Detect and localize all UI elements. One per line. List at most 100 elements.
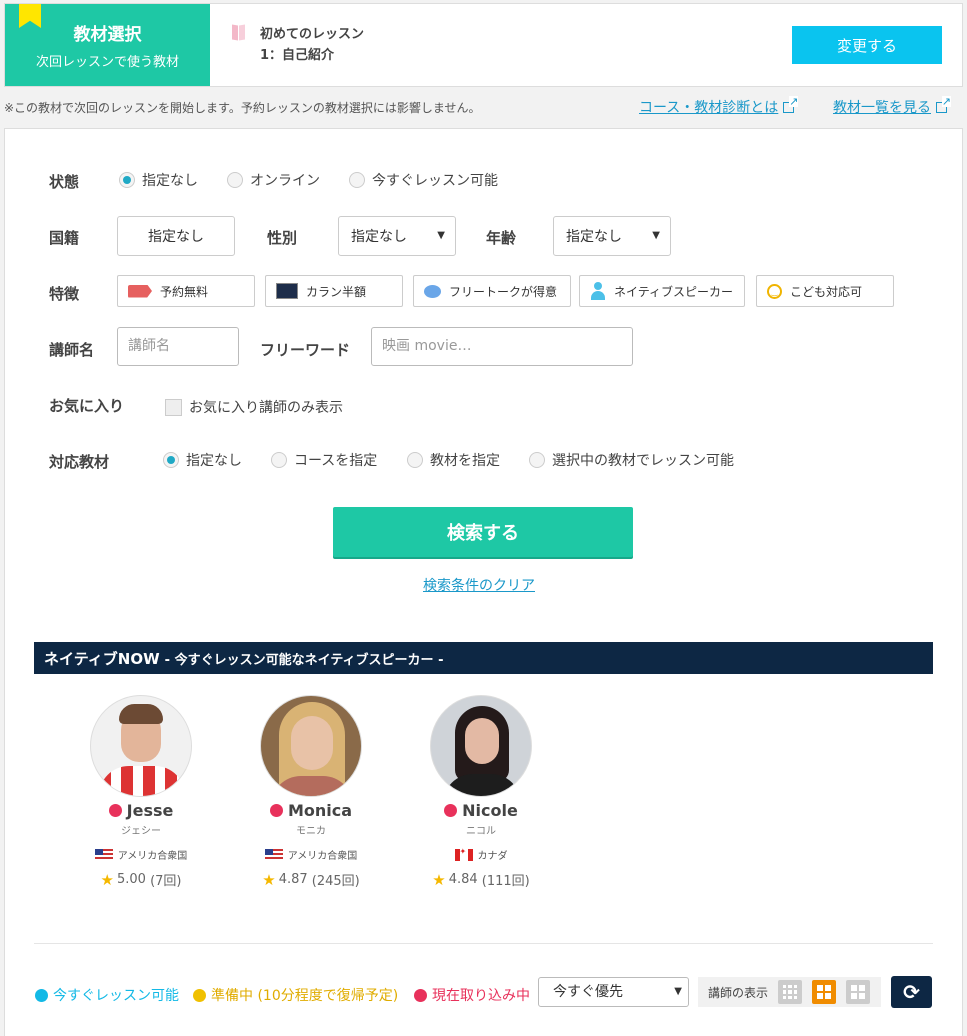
feature-label: カラン半額: [306, 284, 367, 299]
material-radio-material[interactable]: 教材を指定: [407, 450, 500, 470]
teacher-country-text: アメリカ合衆国: [117, 851, 188, 862]
material-filter-label: 対応教材: [49, 453, 110, 471]
smile-icon: ‿: [767, 283, 782, 299]
status-dot-icon: [35, 988, 48, 1002]
us-flag-icon: [264, 848, 283, 861]
radio-label: オンライン: [250, 173, 320, 189]
legend-text: 現在取り込み中: [432, 988, 530, 1004]
material-list-link[interactable]: 教材一覧を見る: [833, 96, 951, 117]
clear-filters-link[interactable]: 検索条件のクリア: [423, 575, 535, 595]
search-panel: 状態 指定なし オンライン 今すぐレッスン可能 国籍 指定なし 性別 指定なし ▼…: [4, 128, 963, 1036]
view-grid-large-button[interactable]: [846, 980, 871, 1004]
radio-label: 指定なし: [186, 453, 242, 469]
bookmark-icon: [19, 4, 41, 28]
feature-free-talk[interactable]: フリートークが得意: [413, 275, 571, 307]
teacher-country: カナダ: [416, 847, 546, 862]
external-link-icon: [936, 96, 951, 113]
section-divider: [34, 943, 933, 944]
material-list-link-label: 教材一覧を見る: [833, 100, 931, 116]
us-flag-icon: [94, 848, 113, 861]
feature-native-speaker[interactable]: ネイティブスピーカー: [579, 275, 745, 307]
status-dot-icon: [414, 988, 427, 1002]
status-radio-now[interactable]: 今すぐレッスン可能: [349, 170, 498, 190]
native-now-header: ネイティブNOW - 今すぐレッスン可能なネイティブスピーカー -: [34, 642, 933, 674]
feature-label: 予約無料: [160, 284, 209, 299]
star-icon: ★: [262, 870, 276, 889]
view-grid-medium-button[interactable]: [812, 980, 837, 1004]
view-grid-small-button[interactable]: [778, 980, 803, 1004]
teacher-card-jesse[interactable]: Jesse ジェシー アメリカ合衆国 ★ 5.00 (7回): [76, 695, 206, 889]
nationality-button[interactable]: 指定なし: [117, 216, 235, 256]
feature-callan-half[interactable]: カラン半額: [265, 275, 403, 307]
favorites-label: お気に入り: [49, 397, 125, 415]
book-icon: [232, 25, 246, 41]
material-radio-selected-material[interactable]: 選択中の教材でレッスン可能: [529, 450, 734, 470]
gender-select[interactable]: 指定なし ▼: [338, 216, 456, 256]
radio-label: コースを指定: [294, 453, 378, 469]
feature-kids-ok[interactable]: ‿ こども対応可: [756, 275, 894, 307]
feature-label: フリートークが得意: [449, 284, 558, 299]
material-lesson: 1：自己紹介: [260, 48, 335, 63]
external-link-icon: [783, 96, 799, 113]
status-radio-none[interactable]: 指定なし: [119, 170, 198, 190]
status-dot-icon: [444, 804, 458, 817]
age-select[interactable]: 指定なし ▼: [553, 216, 671, 256]
rating-value: 4.84: [448, 872, 478, 887]
avatar[interactable]: [90, 695, 192, 797]
legend-available: 今すぐレッスン可能: [35, 985, 179, 1005]
legend-text: 今すぐレッスン可能: [53, 988, 179, 1004]
sort-select[interactable]: 今すぐ優先 ▼: [538, 977, 689, 1007]
notice-text: ※この教材で次回のレッスンを開始します。予約レッスンの教材選択には影響しません。: [4, 101, 481, 115]
teacher-kana: ニコル: [466, 826, 496, 837]
person-icon: [590, 282, 606, 300]
radio-selected: [163, 452, 179, 468]
native-now-subtitle: - 今すぐレッスン可能なネイティブスピーカー -: [164, 652, 444, 668]
material-radio-none[interactable]: 指定なし: [163, 450, 242, 470]
speech-bubble-icon: [424, 284, 441, 298]
material-badge: 教材選択 次回レッスンで使う教材: [5, 4, 210, 86]
teacher-name[interactable]: Nicole: [416, 801, 546, 820]
teacher-name[interactable]: Monica: [246, 801, 376, 820]
material-badge-subtitle: 次回レッスンで使う教材: [35, 55, 179, 70]
search-button[interactable]: 検索する: [333, 507, 633, 557]
feature-free-reservation[interactable]: 予約無料: [117, 275, 255, 307]
freeword-label: フリーワード: [260, 341, 351, 359]
change-material-button[interactable]: 変更する: [792, 26, 942, 64]
dropdown-arrow-icon: ▼: [674, 986, 682, 997]
teacher-rating: ★ 4.84 (111回): [416, 870, 546, 890]
material-radio-course[interactable]: コースを指定: [271, 450, 377, 470]
teacher-name-text: Jesse: [126, 801, 174, 820]
diagnosis-link[interactable]: コース・教材診断とは: [639, 96, 799, 117]
material-info: 初めてのレッスン 1：自己紹介: [232, 24, 364, 66]
radio-selected: [119, 172, 135, 188]
features-label: 特徴: [49, 285, 80, 303]
teacher-country: アメリカ合衆国: [76, 847, 206, 862]
material-course: 初めてのレッスン: [260, 27, 365, 42]
radio-label: 今すぐレッスン可能: [372, 173, 498, 189]
favorites-checkbox[interactable]: お気に入り講師のみ表示: [165, 397, 343, 417]
rating-count: (245回): [311, 874, 360, 889]
sort-value: 今すぐ優先: [553, 984, 623, 1000]
view-label: 講師の表示: [708, 985, 769, 1000]
avatar[interactable]: [260, 695, 362, 797]
teacher-name-input[interactable]: 講師名: [117, 327, 239, 366]
refresh-button[interactable]: ⟳: [891, 976, 932, 1008]
gender-label: 性別: [267, 229, 298, 247]
teacher-name[interactable]: Jesse: [76, 801, 206, 820]
rating-value: 4.87: [278, 872, 308, 887]
teacher-name-text: Nicole: [462, 801, 518, 820]
freeword-input[interactable]: 映画 movie…: [371, 327, 633, 366]
radio-unselected: [271, 452, 287, 468]
teacher-kana: モニカ: [296, 826, 326, 837]
legend-text: 準備中 (10分程度で復帰予定): [211, 988, 399, 1004]
teacher-card-monica[interactable]: Monica モニカ アメリカ合衆国 ★ 4.87 (245回): [246, 695, 376, 889]
diagnosis-link-label: コース・教材診断とは: [639, 100, 779, 116]
teacher-card-nicole[interactable]: Nicole ニコル カナダ ★4.84 (111回): [416, 695, 546, 889]
status-dot-icon: [193, 988, 206, 1002]
canada-flag-icon: [454, 847, 473, 861]
teacher-country: アメリカ合衆国: [246, 847, 376, 862]
status-radio-online[interactable]: オンライン: [227, 170, 320, 190]
avatar[interactable]: [430, 695, 532, 797]
radio-unselected: [349, 172, 365, 188]
radio-label: 選択中の教材でレッスン可能: [552, 453, 734, 469]
